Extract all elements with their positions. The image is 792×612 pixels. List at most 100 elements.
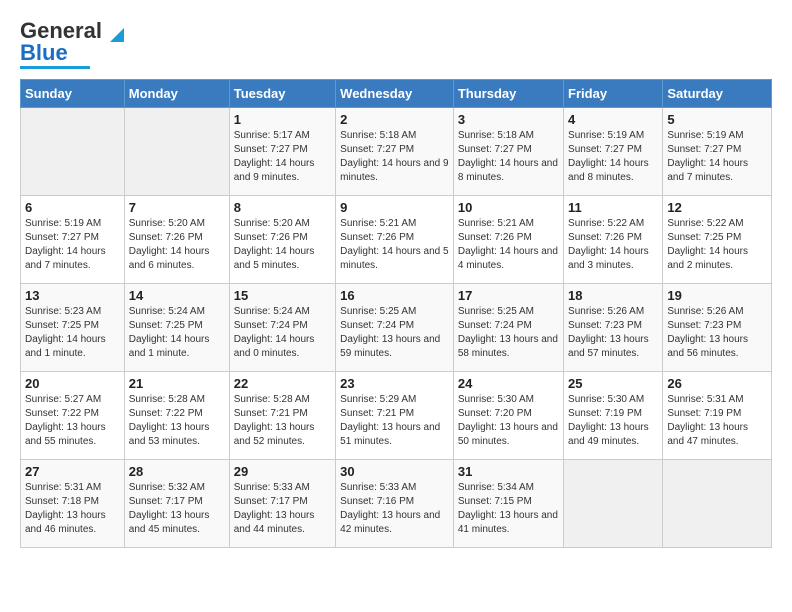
day-number: 8 <box>234 200 331 215</box>
calendar-cell: 11 Sunrise: 5:22 AM Sunset: 7:26 PM Dayli… <box>564 196 663 284</box>
day-number: 23 <box>340 376 449 391</box>
calendar-cell: 25 Sunrise: 5:30 AM Sunset: 7:19 PM Dayli… <box>564 372 663 460</box>
header-day-wednesday: Wednesday <box>336 80 454 108</box>
calendar-week-3: 13Sunrise: 5:23 AM Sunset: 7:25 PM Dayli… <box>21 284 772 372</box>
day-number: 2 <box>340 112 449 127</box>
calendar-table: SundayMondayTuesdayWednesdayThursdayFrid… <box>20 79 772 548</box>
calendar-week-2: 6 Sunrise: 5:19 AM Sunset: 7:27 PM Daylig… <box>21 196 772 284</box>
day-number: 21 <box>129 376 225 391</box>
page-header: General Blue <box>20 20 772 69</box>
day-number: 15 <box>234 288 331 303</box>
calendar-cell: 13Sunrise: 5:23 AM Sunset: 7:25 PM Dayli… <box>21 284 125 372</box>
calendar-cell: 5 Sunrise: 5:19 AM Sunset: 7:27 PM Daylig… <box>663 108 772 196</box>
day-number: 5 <box>667 112 767 127</box>
calendar-cell: 29 Sunrise: 5:33 AM Sunset: 7:17 PM Dayli… <box>229 460 335 548</box>
day-number: 25 <box>568 376 658 391</box>
calendar-cell: 22 Sunrise: 5:28 AM Sunset: 7:21 PM Dayli… <box>229 372 335 460</box>
calendar-cell: 30 Sunrise: 5:33 AM Sunset: 7:16 PM Dayli… <box>336 460 454 548</box>
calendar-cell: 19 Sunrise: 5:26 AM Sunset: 7:23 PM Dayli… <box>663 284 772 372</box>
day-info: Sunrise: 5:23 AM Sunset: 7:25 PM Dayligh… <box>25 305 120 361</box>
calendar-cell: 7Sunrise: 5:20 AM Sunset: 7:26 PM Daylig… <box>124 196 229 284</box>
day-info: Sunrise: 5:22 AM Sunset: 7:26 PM Dayligh… <box>568 217 658 273</box>
header-day-friday: Friday <box>564 80 663 108</box>
day-info: Sunrise: 5:17 AM Sunset: 7:27 PM Dayligh… <box>234 129 331 185</box>
day-number: 31 <box>458 464 559 479</box>
day-number: 16 <box>340 288 449 303</box>
calendar-cell: 17 Sunrise: 5:25 AM Sunset: 7:24 PM Dayli… <box>453 284 563 372</box>
day-number: 17 <box>458 288 559 303</box>
day-info: Sunrise: 5:24 AM Sunset: 7:24 PM Dayligh… <box>234 305 331 361</box>
calendar-cell: 8 Sunrise: 5:20 AM Sunset: 7:26 PM Daylig… <box>229 196 335 284</box>
day-info: Sunrise: 5:26 AM Sunset: 7:23 PM Dayligh… <box>568 305 658 361</box>
day-number: 28 <box>129 464 225 479</box>
day-info: Sunrise: 5:27 AM Sunset: 7:22 PM Dayligh… <box>25 393 120 449</box>
calendar-cell: 16 Sunrise: 5:25 AM Sunset: 7:24 PM Dayli… <box>336 284 454 372</box>
header-day-saturday: Saturday <box>663 80 772 108</box>
calendar-week-1: 1Sunrise: 5:17 AM Sunset: 7:27 PM Daylig… <box>21 108 772 196</box>
day-info: Sunrise: 5:19 AM Sunset: 7:27 PM Dayligh… <box>25 217 120 273</box>
calendar-cell: 9 Sunrise: 5:21 AM Sunset: 7:26 PM Daylig… <box>336 196 454 284</box>
day-info: Sunrise: 5:21 AM Sunset: 7:26 PM Dayligh… <box>340 217 449 273</box>
day-info: Sunrise: 5:26 AM Sunset: 7:23 PM Dayligh… <box>667 305 767 361</box>
calendar-cell <box>564 460 663 548</box>
day-number: 24 <box>458 376 559 391</box>
calendar-cell: 27Sunrise: 5:31 AM Sunset: 7:18 PM Dayli… <box>21 460 125 548</box>
day-info: Sunrise: 5:25 AM Sunset: 7:24 PM Dayligh… <box>458 305 559 361</box>
calendar-cell: 2 Sunrise: 5:18 AM Sunset: 7:27 PM Daylig… <box>336 108 454 196</box>
day-info: Sunrise: 5:20 AM Sunset: 7:26 PM Dayligh… <box>234 217 331 273</box>
logo-icon <box>106 24 128 46</box>
calendar-cell <box>663 460 772 548</box>
day-number: 19 <box>667 288 767 303</box>
calendar-cell: 10 Sunrise: 5:21 AM Sunset: 7:26 PM Dayli… <box>453 196 563 284</box>
logo: General Blue <box>20 20 128 69</box>
logo-line <box>20 66 90 69</box>
calendar-cell: 24 Sunrise: 5:30 AM Sunset: 7:20 PM Dayli… <box>453 372 563 460</box>
day-info: Sunrise: 5:33 AM Sunset: 7:17 PM Dayligh… <box>234 481 331 537</box>
calendar-cell: 4 Sunrise: 5:19 AM Sunset: 7:27 PM Daylig… <box>564 108 663 196</box>
day-info: Sunrise: 5:19 AM Sunset: 7:27 PM Dayligh… <box>568 129 658 185</box>
day-info: Sunrise: 5:25 AM Sunset: 7:24 PM Dayligh… <box>340 305 449 361</box>
calendar-cell: 20 Sunrise: 5:27 AM Sunset: 7:22 PM Dayli… <box>21 372 125 460</box>
header-day-monday: Monday <box>124 80 229 108</box>
day-info: Sunrise: 5:29 AM Sunset: 7:21 PM Dayligh… <box>340 393 449 449</box>
day-info: Sunrise: 5:30 AM Sunset: 7:19 PM Dayligh… <box>568 393 658 449</box>
header-day-thursday: Thursday <box>453 80 563 108</box>
calendar-cell: 31 Sunrise: 5:34 AM Sunset: 7:15 PM Dayli… <box>453 460 563 548</box>
day-info: Sunrise: 5:34 AM Sunset: 7:15 PM Dayligh… <box>458 481 559 537</box>
day-number: 20 <box>25 376 120 391</box>
day-number: 7 <box>129 200 225 215</box>
day-info: Sunrise: 5:22 AM Sunset: 7:25 PM Dayligh… <box>667 217 767 273</box>
day-info: Sunrise: 5:24 AM Sunset: 7:25 PM Dayligh… <box>129 305 225 361</box>
day-info: Sunrise: 5:28 AM Sunset: 7:21 PM Dayligh… <box>234 393 331 449</box>
day-number: 4 <box>568 112 658 127</box>
calendar-week-5: 27Sunrise: 5:31 AM Sunset: 7:18 PM Dayli… <box>21 460 772 548</box>
calendar-cell: 15 Sunrise: 5:24 AM Sunset: 7:24 PM Dayli… <box>229 284 335 372</box>
calendar-cell: 3 Sunrise: 5:18 AM Sunset: 7:27 PM Daylig… <box>453 108 563 196</box>
header-day-sunday: Sunday <box>21 80 125 108</box>
day-info: Sunrise: 5:33 AM Sunset: 7:16 PM Dayligh… <box>340 481 449 537</box>
day-number: 27 <box>25 464 120 479</box>
day-number: 10 <box>458 200 559 215</box>
day-number: 3 <box>458 112 559 127</box>
day-number: 18 <box>568 288 658 303</box>
day-number: 22 <box>234 376 331 391</box>
day-number: 29 <box>234 464 331 479</box>
day-info: Sunrise: 5:18 AM Sunset: 7:27 PM Dayligh… <box>458 129 559 185</box>
calendar-cell <box>124 108 229 196</box>
day-number: 30 <box>340 464 449 479</box>
calendar-week-4: 20 Sunrise: 5:27 AM Sunset: 7:22 PM Dayli… <box>21 372 772 460</box>
day-info: Sunrise: 5:30 AM Sunset: 7:20 PM Dayligh… <box>458 393 559 449</box>
day-info: Sunrise: 5:19 AM Sunset: 7:27 PM Dayligh… <box>667 129 767 185</box>
day-number: 9 <box>340 200 449 215</box>
day-info: Sunrise: 5:32 AM Sunset: 7:17 PM Dayligh… <box>129 481 225 537</box>
calendar-cell: 1Sunrise: 5:17 AM Sunset: 7:27 PM Daylig… <box>229 108 335 196</box>
day-info: Sunrise: 5:31 AM Sunset: 7:19 PM Dayligh… <box>667 393 767 449</box>
calendar-cell: 6 Sunrise: 5:19 AM Sunset: 7:27 PM Daylig… <box>21 196 125 284</box>
calendar-cell: 26Sunrise: 5:31 AM Sunset: 7:19 PM Dayli… <box>663 372 772 460</box>
day-number: 11 <box>568 200 658 215</box>
day-number: 6 <box>25 200 120 215</box>
calendar-header-row: SundayMondayTuesdayWednesdayThursdayFrid… <box>21 80 772 108</box>
day-info: Sunrise: 5:18 AM Sunset: 7:27 PM Dayligh… <box>340 129 449 185</box>
day-info: Sunrise: 5:21 AM Sunset: 7:26 PM Dayligh… <box>458 217 559 273</box>
calendar-cell: 21Sunrise: 5:28 AM Sunset: 7:22 PM Dayli… <box>124 372 229 460</box>
